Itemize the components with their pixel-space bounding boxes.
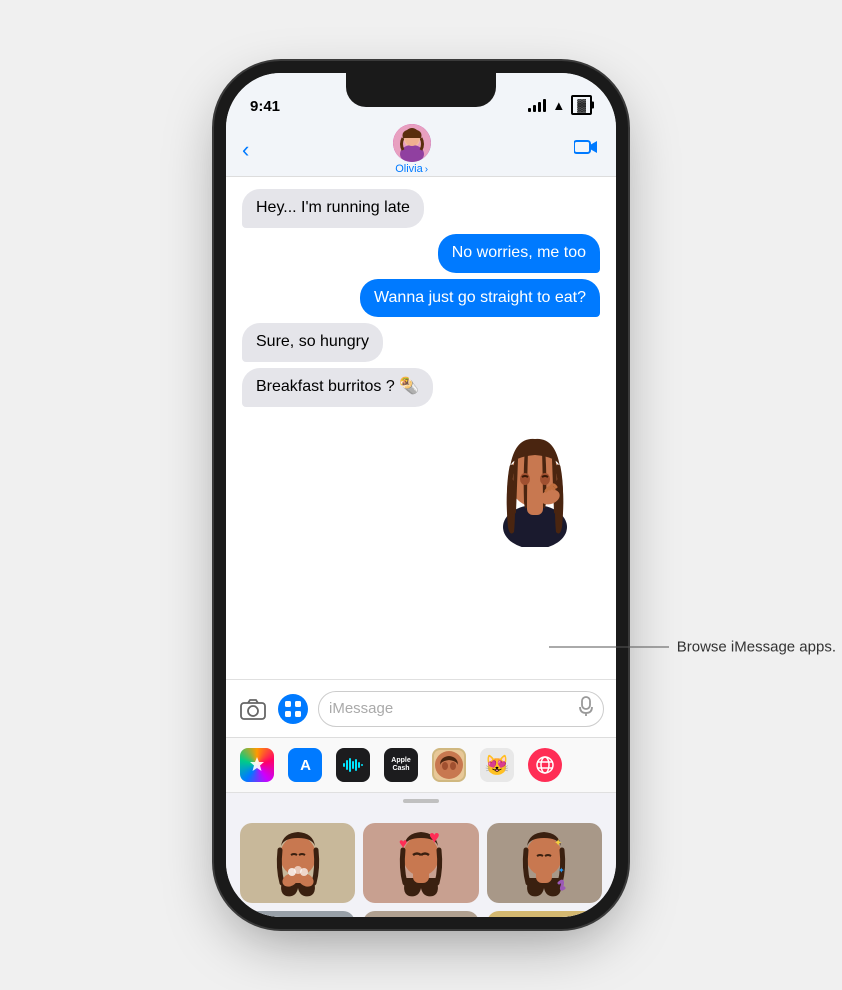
sticker-4-image <box>268 916 328 917</box>
sticker-2-image: ♥ ♥ <box>391 828 451 898</box>
app-drawer-tabs: A Apple Cash <box>226 738 616 793</box>
sticker-1-image <box>268 828 328 898</box>
sticker-1[interactable] <box>240 823 355 903</box>
svg-text:✦: ✦ <box>554 838 562 849</box>
sticker-5-image <box>391 916 451 917</box>
video-icon <box>574 138 600 156</box>
message-row-3: Wanna just go straight to eat? <box>242 279 600 318</box>
camera-button[interactable] <box>238 694 268 724</box>
tab-hearts[interactable]: 😻 <box>480 748 514 782</box>
tab-cash[interactable]: Apple Cash <box>384 748 418 782</box>
message-row-4: Sure, so hungry <box>242 323 600 362</box>
contact-info[interactable]: Olivia › <box>393 124 431 175</box>
apps-button[interactable] <box>278 694 308 724</box>
wifi-icon: ▲ <box>552 98 565 113</box>
contact-name: Olivia › <box>395 163 428 175</box>
phone-container: 9:41 ▲ ▓ ‹ <box>226 73 616 917</box>
status-icons: ▲ ▓ <box>528 95 592 115</box>
memoji-sticker <box>242 417 600 547</box>
memoji-tab-icon <box>435 751 463 779</box>
tab-appstore[interactable]: A <box>288 748 322 782</box>
bubble-sent-3: Wanna just go straight to eat? <box>360 279 600 318</box>
browse-icon <box>535 755 555 775</box>
avatar-image <box>393 124 431 162</box>
drawer-handle-container <box>226 793 616 815</box>
memoji-image <box>470 417 600 547</box>
tab-audio[interactable] <box>336 748 370 782</box>
message-input[interactable]: iMessage <box>318 691 604 727</box>
tab-search-browse[interactable] <box>528 748 562 782</box>
sticker-3[interactable]: ✦ ✦ <box>487 823 602 903</box>
phone-frame: 9:41 ▲ ▓ ‹ <box>226 73 616 917</box>
message-row-1: Hey... I'm running late <box>242 189 600 228</box>
annotation-line <box>549 646 669 647</box>
sticker-6-image <box>514 916 574 917</box>
sticker-6[interactable] <box>487 911 602 917</box>
mic-icon <box>579 696 593 716</box>
svg-text:♥: ♥ <box>399 835 407 851</box>
avatar <box>393 124 431 162</box>
nav-bar: ‹ Olivia <box>226 123 616 177</box>
drawer-handle <box>403 799 439 803</box>
sticker-3-image: ✦ ✦ <box>514 828 574 898</box>
app-drawer: A Apple Cash <box>226 737 616 917</box>
messages-area: Hey... I'm running late No worries, me t… <box>226 177 616 677</box>
audio-icon <box>342 757 364 773</box>
bubble-sent-2: No worries, me too <box>438 234 600 273</box>
sticker-grid: ♥ ♥ <box>226 815 616 917</box>
mic-button[interactable] <box>579 696 593 721</box>
annotation: Browse iMessage apps. <box>549 638 836 655</box>
signal-icon <box>528 99 546 112</box>
annotation-text: Browse iMessage apps. <box>669 638 836 655</box>
tab-memoji[interactable] <box>432 748 466 782</box>
memoji-svg <box>470 417 600 547</box>
status-time: 9:41 <box>250 98 280 115</box>
message-row-5: Breakfast burritos ? 🌯 <box>242 368 600 407</box>
apps-icon <box>284 700 302 718</box>
notch <box>346 73 496 107</box>
svg-text:✦: ✦ <box>558 866 565 875</box>
photos-icon <box>247 755 267 775</box>
sticker-4[interactable] <box>240 911 355 917</box>
camera-icon <box>240 698 266 720</box>
tab-photos[interactable] <box>240 748 274 782</box>
sticker-5[interactable] <box>363 911 478 917</box>
back-button[interactable]: ‹ <box>242 137 249 163</box>
input-placeholder: iMessage <box>329 700 393 717</box>
input-bar: iMessage <box>226 679 616 737</box>
bubble-received-1: Hey... I'm running late <box>242 189 424 228</box>
video-call-button[interactable] <box>574 138 600 162</box>
bubble-received-5: Breakfast burritos ? 🌯 <box>242 368 433 407</box>
message-row-2: No worries, me too <box>242 234 600 273</box>
battery-icon: ▓ <box>571 95 592 115</box>
sticker-2[interactable]: ♥ ♥ <box>363 823 478 903</box>
bubble-received-4: Sure, so hungry <box>242 323 383 362</box>
svg-text:♥: ♥ <box>429 828 440 847</box>
